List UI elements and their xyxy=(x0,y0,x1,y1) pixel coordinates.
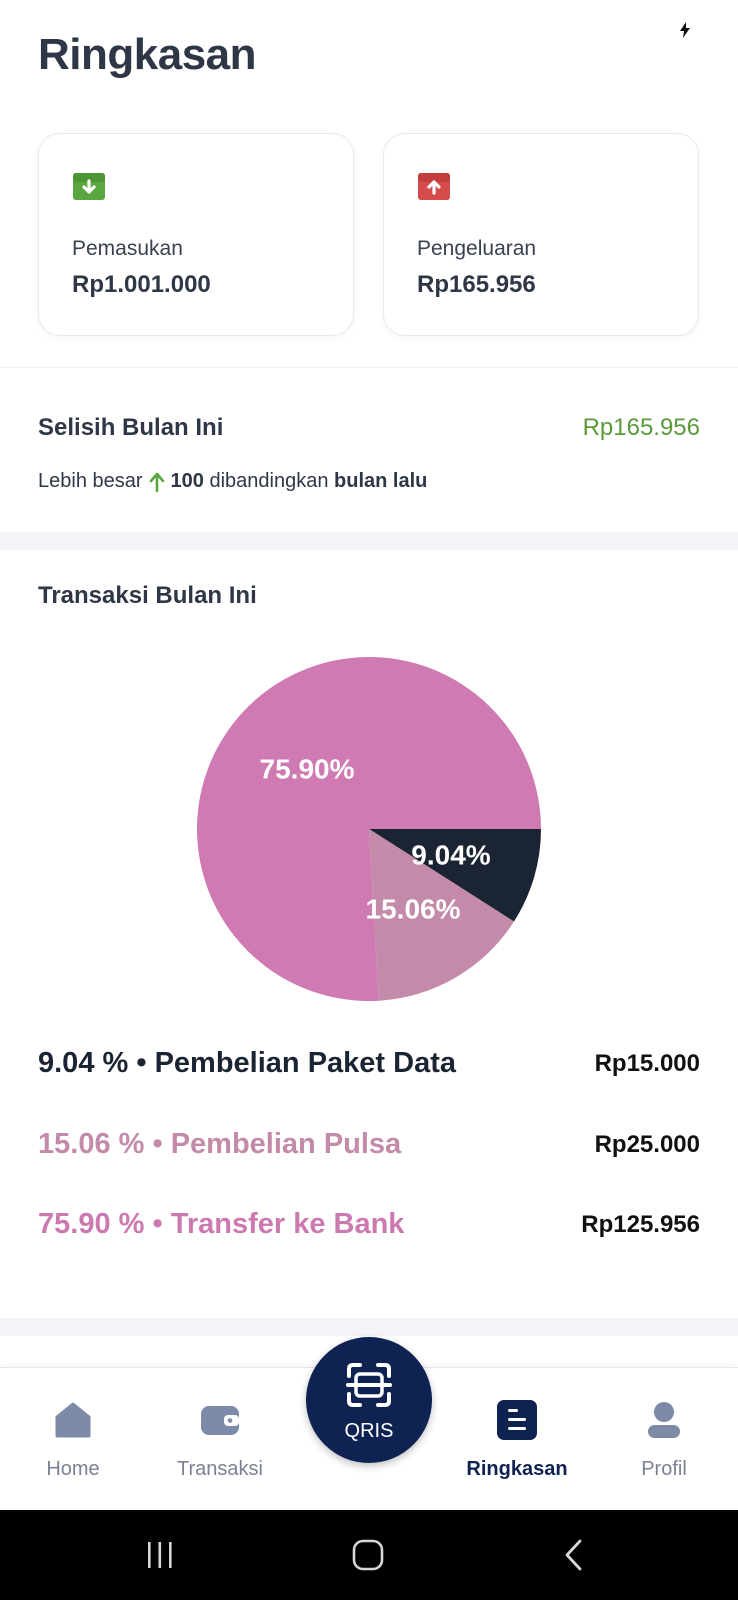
home-icon xyxy=(55,1402,91,1438)
charging-icon xyxy=(680,22,690,38)
recent-apps-icon[interactable] xyxy=(145,1538,175,1572)
pie-label-1: 15.06% xyxy=(366,893,461,924)
nav-label-profil: Profil xyxy=(641,1458,687,1480)
legend-percent: 9.04 % xyxy=(38,1047,129,1079)
legend-percent: 15.06 % xyxy=(38,1128,145,1160)
legend-amount: Rp125.956 xyxy=(581,1210,700,1238)
comparison-prefix: Lebih besar xyxy=(38,470,143,492)
user-icon xyxy=(648,1402,680,1438)
home-circle-icon[interactable] xyxy=(351,1538,385,1572)
qr-scan-icon xyxy=(346,1363,392,1407)
legend-item-paket-data[interactable]: 9.04 % • Pembelian Paket Data Rp15.000 xyxy=(38,1047,700,1080)
comparison-suffix: bulan lalu xyxy=(334,470,428,492)
pie-label-0: 9.04% xyxy=(411,839,490,870)
legend-amount: Rp25.000 xyxy=(594,1130,700,1158)
summary-icon xyxy=(497,1400,537,1440)
legend-name: Pembelian Paket Data xyxy=(154,1047,456,1079)
expense-value: Rp165.956 xyxy=(417,271,536,298)
nav-item-transaksi[interactable]: Transaksi xyxy=(150,1368,290,1511)
section-separator xyxy=(0,532,738,550)
comparison-middle: dibandingkan xyxy=(209,470,329,492)
legend-item-label: 9.04 % • Pembelian Paket Data xyxy=(38,1047,456,1079)
income-card[interactable]: Pemasukan Rp1.001.000 xyxy=(38,133,354,336)
nav-item-home[interactable]: Home xyxy=(3,1368,143,1511)
nav-item-ringkasan[interactable]: Ringkasan xyxy=(447,1368,587,1511)
expense-card[interactable]: Pengeluaran Rp165.956 xyxy=(383,133,699,336)
legend-item-transfer-bank[interactable]: 75.90 % • Transfer ke Bank Rp125.956 xyxy=(38,1208,700,1241)
nav-label-transaksi: Transaksi xyxy=(177,1458,263,1480)
expense-box-icon xyxy=(418,173,450,200)
legend-percent: 75.90 % xyxy=(38,1208,145,1240)
income-value: Rp1.001.000 xyxy=(72,271,211,298)
legend-item-label: 75.90 % • Transfer ke Bank xyxy=(38,1208,405,1240)
legend-amount: Rp15.000 xyxy=(594,1049,700,1077)
expense-label: Pengeluaran xyxy=(417,237,537,260)
legend-name: Transfer ke Bank xyxy=(170,1208,405,1240)
divider xyxy=(0,367,738,368)
income-box-icon xyxy=(73,173,105,200)
nav-label-ringkasan: Ringkasan xyxy=(466,1458,568,1480)
legend-name: Pembelian Pulsa xyxy=(170,1128,402,1160)
transactions-title: Transaksi Bulan Ini xyxy=(38,582,257,609)
nav-label-home: Home xyxy=(46,1458,100,1480)
legend-item-pulsa[interactable]: 15.06 % • Pembelian Pulsa Rp25.000 xyxy=(38,1128,700,1161)
difference-title: Selisih Bulan Ini xyxy=(38,414,224,441)
comparison-text: Lebih besar 100 dibandingkan bulan lalu xyxy=(38,470,427,493)
legend-item-label: 15.06 % • Pembelian Pulsa xyxy=(38,1128,402,1160)
page-title: Ringkasan xyxy=(38,30,257,79)
comparison-amount: 100 xyxy=(170,470,204,492)
transactions-pie-chart: 9.04% 15.06% 75.90% xyxy=(197,657,541,1001)
wallet-icon xyxy=(201,1406,239,1435)
system-navigation-bar xyxy=(0,1510,738,1600)
pie-label-2: 75.90% xyxy=(260,753,355,784)
difference-value: Rp165.956 xyxy=(582,414,700,441)
arrow-up-icon xyxy=(149,472,164,492)
nav-item-profil[interactable]: Profil xyxy=(594,1368,734,1511)
section-separator xyxy=(0,1318,738,1336)
back-icon[interactable] xyxy=(562,1538,586,1572)
qris-label: QRIS xyxy=(344,1420,394,1442)
qris-button[interactable]: QRIS xyxy=(306,1337,432,1463)
income-label: Pemasukan xyxy=(72,237,183,260)
